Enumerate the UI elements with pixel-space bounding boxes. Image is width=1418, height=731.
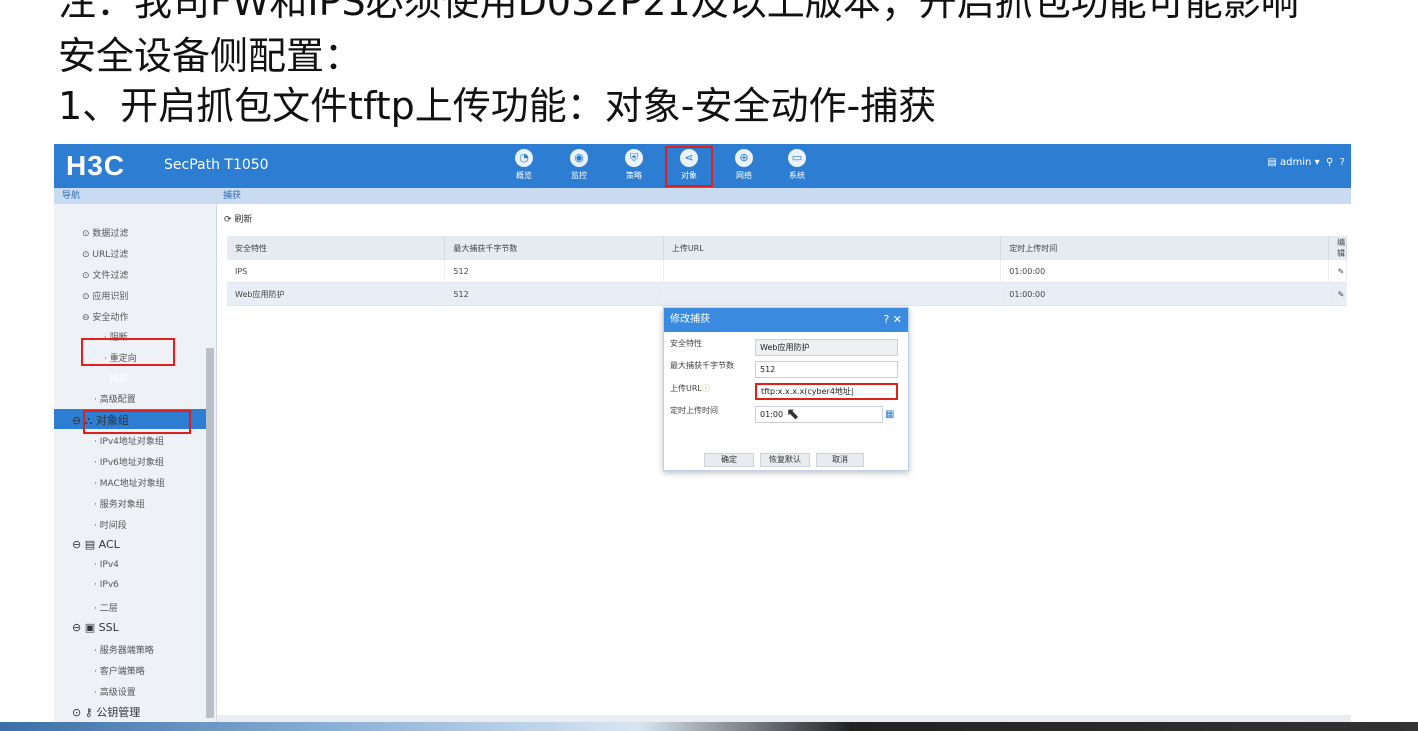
user-icon: ▤ [1267, 157, 1277, 168]
search-icon[interactable]: ⚲ [1323, 157, 1333, 168]
help-icon[interactable]: ? [1337, 157, 1345, 168]
sidebar-header: 导航 [54, 188, 216, 204]
security-feature-field: Web应用防护 [755, 339, 898, 356]
label-upload-time: 定时上传时间 [670, 406, 718, 415]
sidebar-item-advanced[interactable]: · 高级配置 [94, 392, 136, 405]
calendar-icon[interactable]: ▦ [885, 409, 894, 420]
info-icon: ⓘ [701, 384, 710, 393]
capture-highlight-box [83, 410, 191, 434]
sidebar-item-service-object[interactable]: · 服务对象组 [94, 497, 145, 510]
slide-heading: 安全设备侧配置： [58, 34, 363, 78]
sidebar-group-acl[interactable]: ⊖ ▤ ACL [72, 538, 120, 551]
close-icon[interactable]: ✕ [893, 313, 902, 326]
ok-button[interactable]: 确定 [704, 453, 754, 467]
nav-overview[interactable]: ◔ 概览 [504, 149, 544, 185]
object-highlight-box [665, 146, 713, 187]
security-action-highlight-box [81, 338, 175, 366]
sidebar-item-security-action[interactable]: ⊖ 安全动作 [82, 310, 128, 323]
refresh-icon: ⟳ [224, 215, 232, 225]
slide-step: 1、开启抓包文件tftp上传功能：对象-安全动作-捕获 [58, 84, 937, 128]
chevron-down-icon: ▾ [1314, 157, 1320, 168]
h3c-logo: H3C [66, 150, 126, 181]
table-cell: IPS [227, 260, 446, 283]
sidebar-item-url-filter[interactable]: ⊙ URL过滤 [82, 247, 128, 260]
sidebar-item-file-filter[interactable]: ⊙ 文件过滤 [82, 268, 128, 281]
capture-table: 安全特性 最大捕获千字节数 上传URL 定时上传时间 编辑 IPS 512 01… [227, 236, 1347, 306]
sidebar-item-time-range[interactable]: · 时间段 [94, 518, 127, 531]
sidebar-item-capture[interactable]: · 捕获 [104, 372, 128, 385]
help-icon[interactable]: ? [883, 313, 889, 326]
nav-monitor[interactable]: ◉ 监控 [559, 149, 599, 185]
cancel-button[interactable]: 取消 [816, 453, 864, 467]
sidebar-item-ipv6-object[interactable]: · IPv6地址对象组 [94, 455, 164, 468]
camera-icon: ◉ [570, 149, 588, 167]
column-header[interactable]: 定时上传时间 [1000, 236, 1329, 260]
nav-system[interactable]: ▭ 系统 [777, 149, 817, 185]
max-kb-input[interactable]: 512 [755, 361, 898, 378]
sidebar-item-acl-ipv6[interactable]: · IPv6 [94, 580, 119, 590]
column-header[interactable]: 最大捕获千字节数 [444, 236, 664, 260]
sidebar-group-pki[interactable]: ⊙ ⚷ 公钥管理 [72, 704, 140, 720]
upload-url-input[interactable]: tftp:x.x.x.x(cyber4地址| [755, 383, 898, 400]
slide-note-line: 注：我司FW和IPS必须使用D032P21及以上版本；开启抓包功能可能影响 [58, 0, 1299, 24]
nav-network[interactable]: ⊕ 网络 [724, 149, 764, 185]
restore-default-button[interactable]: 恢复默认 [760, 453, 810, 467]
app-window: H3C SecPath T1050 ◔ 概览 ◉ 监控 ⛨ 策略 ⋖ 对象 ⊕ … [54, 144, 1351, 722]
sidebar-item-ipv4-object[interactable]: · IPv4地址对象组 [94, 434, 164, 447]
table-cell: Web应用防护 [227, 282, 446, 306]
user-menu[interactable]: ▤ admin ▾ ⚲ ? [1267, 157, 1345, 168]
label-max-kb: 最大捕获千字节数 [670, 361, 734, 370]
table-row[interactable]: IPS 512 01:00:00 ✎ [227, 260, 1347, 283]
table-cell [663, 260, 1002, 283]
dashboard-icon: ◔ [515, 149, 533, 167]
nav-policy[interactable]: ⛨ 策略 [614, 149, 654, 185]
dialog-title: 修改捕获 [670, 314, 710, 325]
sidebar: 导航 ⊙ 数据过滤 ⊙ URL过滤 ⊙ 文件过滤 ⊙ 应用识别 ⊖ 安全动作 ·… [54, 188, 217, 722]
sidebar-group-ssl[interactable]: ⊖ ▣ SSL [72, 621, 119, 634]
sidebar-item-acl-layer2[interactable]: · 二层 [94, 601, 118, 614]
table-cell [663, 282, 1002, 306]
top-bar: H3C SecPath T1050 ◔ 概览 ◉ 监控 ⛨ 策略 ⋖ 对象 ⊕ … [54, 144, 1351, 188]
taskbar-strip [0, 722, 1418, 731]
sidebar-item-data-filter[interactable]: ⊙ 数据过滤 [82, 226, 128, 239]
column-header[interactable]: 上传URL [663, 236, 1002, 260]
mouse-cursor-icon: ⬉ [786, 404, 800, 423]
sidebar-item-server-policy[interactable]: · 服务器端策略 [94, 643, 154, 656]
table-header-row: 安全特性 最大捕获千字节数 上传URL 定时上传时间 编辑 [227, 236, 1347, 260]
table-row[interactable]: Web应用防护 512 01:00:00 ✎ [227, 282, 1347, 306]
upload-time-input[interactable]: 01:00 [755, 406, 883, 423]
sidebar-item-ssl-advanced[interactable]: · 高级设置 [94, 685, 136, 698]
label-upload-url: 上传URLⓘ [670, 384, 710, 393]
sidebar-item-mac-object[interactable]: · MAC地址对象组 [94, 476, 165, 489]
sidebar-item-app-identify[interactable]: ⊙ 应用识别 [82, 289, 128, 302]
label-security-feature: 安全特性 [670, 339, 702, 348]
column-header[interactable]: 安全特性 [227, 236, 446, 260]
tab-capture[interactable]: 捕获 [217, 188, 1351, 204]
edit-icon[interactable]: ✎ [1328, 282, 1347, 306]
table-cell: 512 [444, 282, 664, 306]
shield-icon: ⛨ [625, 149, 643, 167]
edit-icon[interactable]: ✎ [1328, 260, 1347, 283]
column-header: 编辑 [1328, 236, 1347, 260]
globe-icon: ⊕ [735, 149, 753, 167]
sidebar-item-client-policy[interactable]: · 客户端策略 [94, 664, 145, 677]
monitor-icon: ▭ [788, 149, 806, 167]
refresh-button[interactable]: ⟳ 刷新 [224, 212, 252, 225]
table-cell: 01:00:00 [1000, 282, 1329, 306]
horizontal-scrollbar[interactable] [217, 715, 1351, 722]
table-cell: 512 [444, 260, 664, 283]
product-name: SecPath T1050 [164, 157, 269, 173]
sidebar-scrollbar[interactable] [206, 348, 214, 718]
username: admin [1280, 157, 1312, 168]
sidebar-item-acl-ipv4[interactable]: · IPv4 [94, 560, 119, 570]
edit-capture-dialog: 修改捕获 ? ✕ 安全特性 Web应用防护 最大捕获千字节数 512 上传URL… [663, 307, 909, 471]
table-cell: 01:00:00 [1000, 260, 1329, 283]
dialog-title-bar: 修改捕获 ? ✕ [664, 308, 908, 332]
